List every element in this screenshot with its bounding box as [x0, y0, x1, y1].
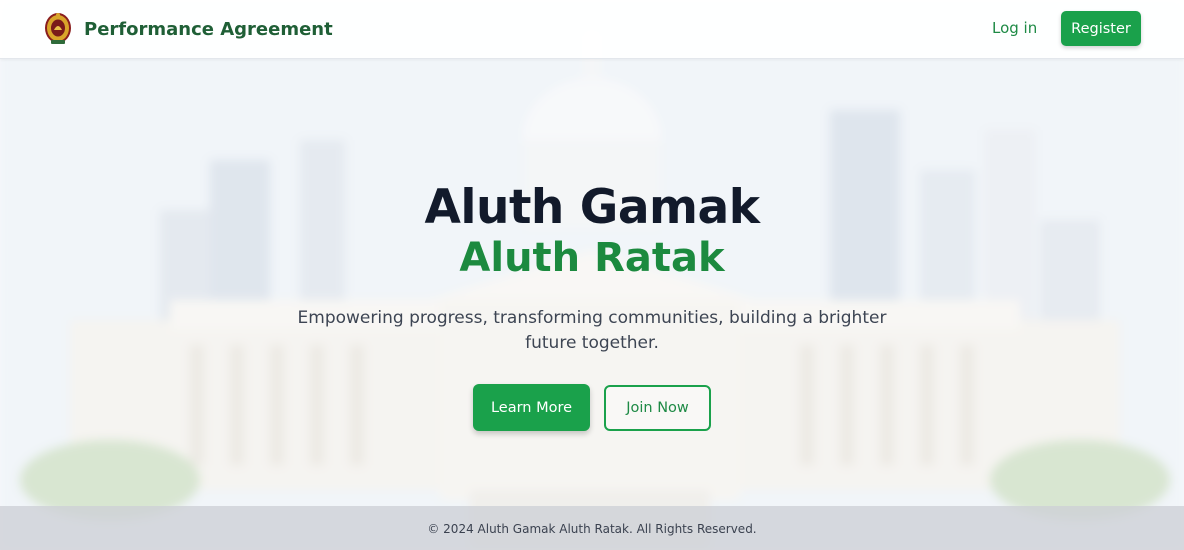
- brand[interactable]: Performance Agreement: [43, 11, 333, 47]
- hero-title-line1: Aluth Gamak: [424, 180, 760, 235]
- join-now-button[interactable]: Join Now: [604, 385, 711, 431]
- register-button[interactable]: Register: [1061, 11, 1141, 46]
- login-link[interactable]: Log in: [992, 19, 1037, 37]
- brand-title: Performance Agreement: [84, 18, 333, 40]
- hero-title-line2: Aluth Ratak: [459, 235, 725, 281]
- national-emblem-icon: [45, 13, 71, 44]
- learn-more-button[interactable]: Learn More: [473, 384, 590, 431]
- copyright-text: © 2024 Aluth Gamak Aluth Ratak. All Righ…: [427, 522, 757, 536]
- top-navbar: Performance Agreement Log in Register: [0, 0, 1184, 59]
- hero-heading: Aluth Gamak Aluth Ratak: [0, 180, 1184, 280]
- hero-subtitle: Empowering progress, transforming commun…: [297, 308, 887, 353]
- footer: © 2024 Aluth Gamak Aluth Ratak. All Righ…: [0, 506, 1184, 550]
